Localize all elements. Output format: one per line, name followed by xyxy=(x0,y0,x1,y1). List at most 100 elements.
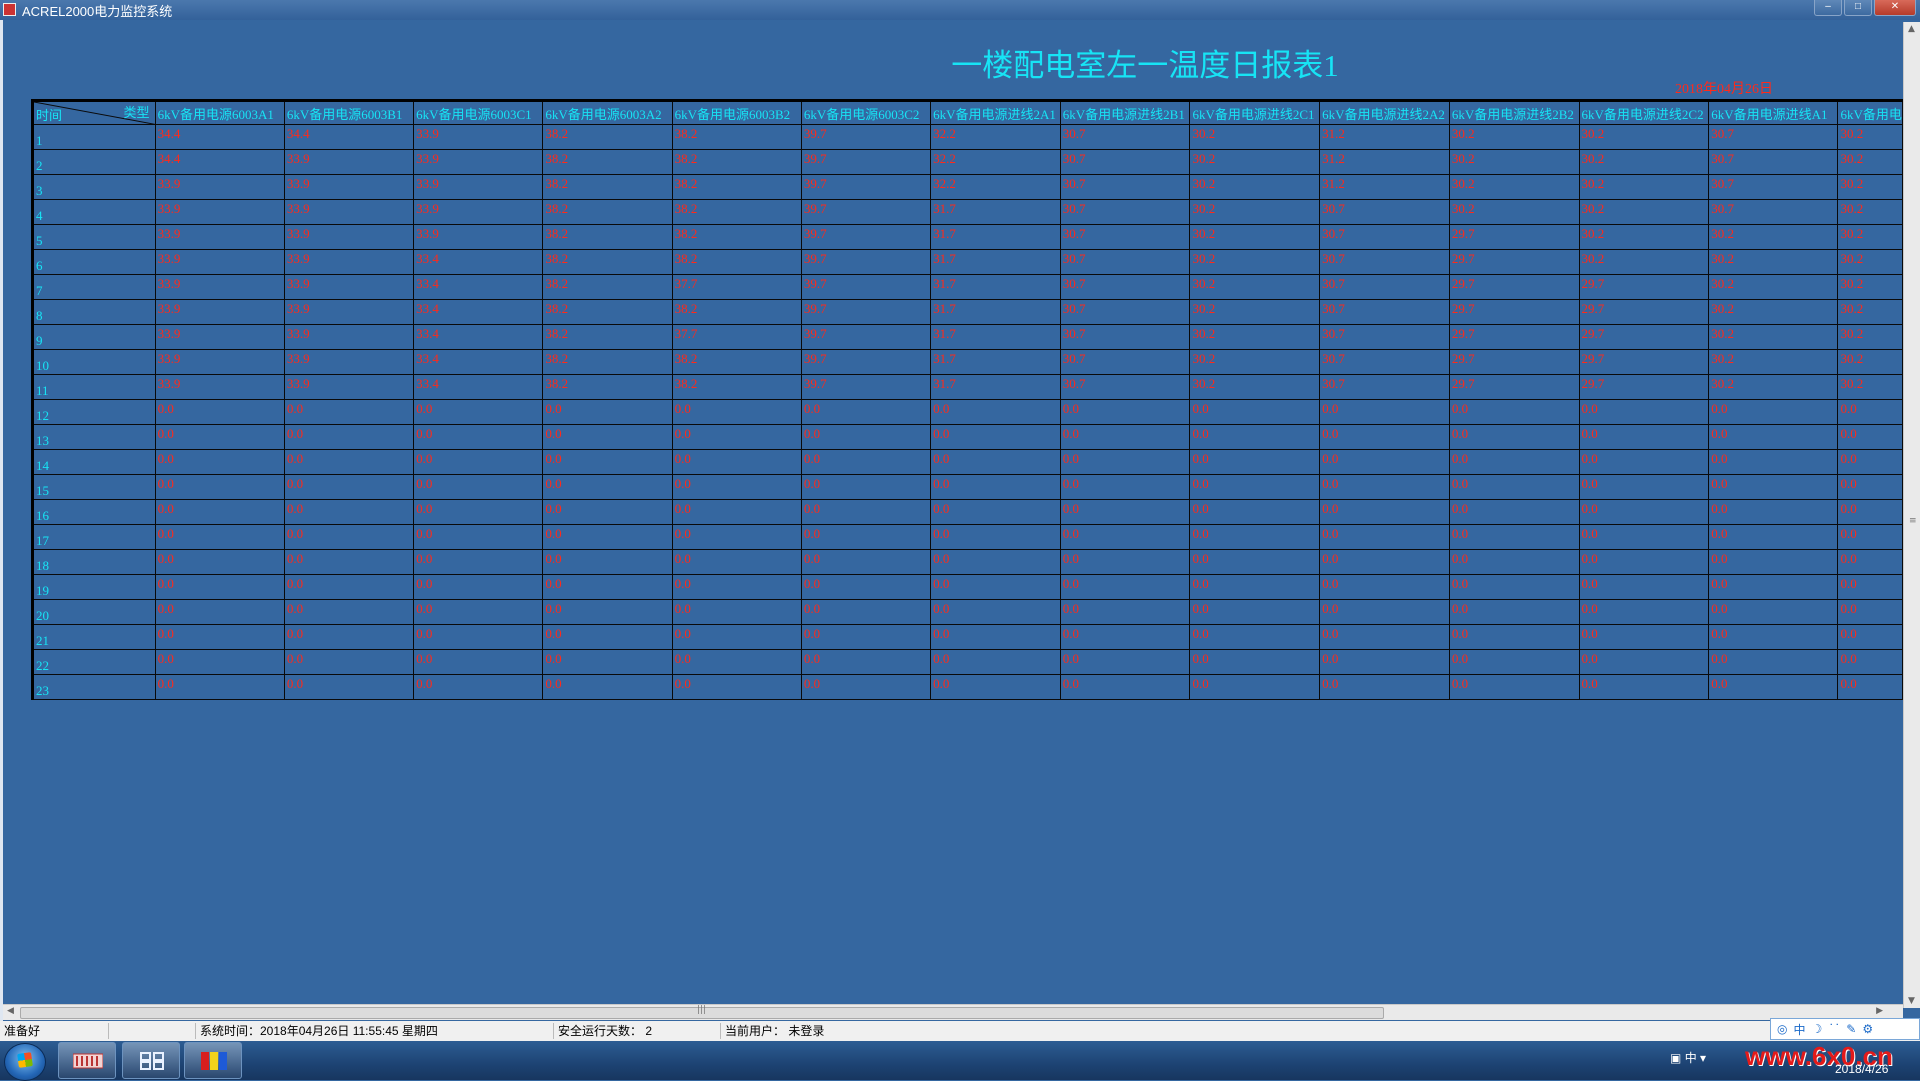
row-hour-cell: 2 xyxy=(32,149,156,175)
temperature-cell: 38.2 xyxy=(542,324,673,350)
temperature-cell: 0.0 xyxy=(413,449,544,475)
row-hour-cell: 10 xyxy=(32,349,156,375)
scroll-grip-icon: ≡ xyxy=(1909,516,1917,526)
temperature-cell: 39.7 xyxy=(800,174,932,200)
temperature-cell: 0.0 xyxy=(930,574,1061,600)
temperature-cell: 0.0 xyxy=(930,549,1061,575)
status-ready: 准备好 xyxy=(4,1024,41,1038)
taskbar-app-3[interactable] xyxy=(184,1042,242,1079)
row-hour-cell: 5 xyxy=(32,224,156,250)
temperature-cell: 30.2 xyxy=(1189,249,1321,275)
corner-time-label: 时间 xyxy=(36,108,63,123)
ime-moon-icon[interactable]: ☽ xyxy=(1812,1022,1823,1036)
column-header: 6kV备用电源6003B1 xyxy=(283,100,415,125)
temperature-cell: 0.0 xyxy=(1059,424,1191,450)
temperature-cell: 29.7 xyxy=(1448,374,1580,400)
temperature-cell: 33.9 xyxy=(283,149,415,175)
row-hour-cell: 12 xyxy=(32,399,156,425)
temperature-cell: 0.0 xyxy=(1837,649,1903,675)
temperature-cell: 0.0 xyxy=(542,499,673,525)
temperature-cell: 31.7 xyxy=(930,374,1061,400)
column-header: 6kV备用电源进线2C2 xyxy=(1578,100,1710,125)
scroll-up-icon[interactable]: ▲ xyxy=(1908,24,1915,34)
ime-search-icon[interactable]: ◎ xyxy=(1777,1022,1787,1036)
temperature-cell: 30.2 xyxy=(1837,149,1903,175)
temperature-cell: 39.7 xyxy=(800,149,932,175)
temperature-cell: 30.2 xyxy=(1189,224,1321,250)
tray-ime-icon[interactable]: ▣ xyxy=(1670,1051,1681,1065)
column-header: 6kV备用电源进线2A2 xyxy=(1319,100,1450,125)
ime-tools-icon[interactable]: ✎ xyxy=(1846,1022,1856,1036)
temperature-cell: 29.7 xyxy=(1578,324,1710,350)
temperature-cell: 0.0 xyxy=(930,424,1061,450)
horizontal-scroll-thumb[interactable]: ||| xyxy=(20,1005,1384,1019)
temperature-cell: 33.9 xyxy=(413,149,544,175)
window-title-bar[interactable]: ACREL2000电力监控系统 – □ ✕ xyxy=(0,0,1920,20)
temperature-cell: 0.0 xyxy=(671,524,802,550)
taskbar-app-1[interactable] xyxy=(58,1042,116,1079)
temperature-cell: 29.7 xyxy=(1448,299,1580,325)
temperature-cell: 31.7 xyxy=(930,249,1061,275)
temperature-cell: 0.0 xyxy=(1189,649,1321,675)
windows-logo-icon xyxy=(17,1052,33,1068)
temperature-cell: 30.7 xyxy=(1059,249,1191,275)
temperature-cell: 0.0 xyxy=(671,399,802,425)
temperature-cell: 0.0 xyxy=(283,574,415,600)
temperature-cell: 37.7 xyxy=(671,324,802,350)
temperature-cell: 29.7 xyxy=(1448,224,1580,250)
temperature-cell: 0.0 xyxy=(671,599,802,625)
temperature-cell: 0.0 xyxy=(283,424,415,450)
temperature-cell: 30.2 xyxy=(1578,124,1710,150)
temperature-cell: 38.2 xyxy=(671,349,802,375)
app-icon xyxy=(3,3,16,16)
temperature-cell: 33.4 xyxy=(413,249,544,275)
temperature-cell: 34.4 xyxy=(154,149,285,175)
temperature-cell: 0.0 xyxy=(1448,649,1580,675)
temperature-cell: 31.2 xyxy=(1319,149,1450,175)
temperature-cell: 0.0 xyxy=(1448,424,1580,450)
temperature-cell: 0.0 xyxy=(1708,424,1839,450)
minimize-button[interactable]: – xyxy=(1814,0,1842,16)
temperature-cell: 30.2 xyxy=(1189,149,1321,175)
temperature-cell: 30.2 xyxy=(1189,299,1321,325)
temperature-cell: 0.0 xyxy=(671,649,802,675)
scroll-left-icon[interactable]: ◀ xyxy=(7,1006,14,1016)
temperature-cell: 0.0 xyxy=(1448,574,1580,600)
taskbar-clock[interactable]: 2018/4/26 xyxy=(1835,1062,1888,1076)
temperature-cell: 39.7 xyxy=(800,224,932,250)
temperature-cell: 0.0 xyxy=(154,699,285,700)
tray-arrow-icon[interactable]: ▾ xyxy=(1700,1051,1706,1065)
temperature-cell: 38.2 xyxy=(542,299,673,325)
ime-toolbar[interactable]: ◎ 中 ☽ ˙˙ ✎ ⚙ xyxy=(1770,1018,1920,1040)
temperature-cell: 0.0 xyxy=(1319,699,1450,700)
horizontal-scrollbar[interactable]: ◀ ||| ▶ xyxy=(3,1004,1903,1020)
temperature-cell: 30.2 xyxy=(1837,174,1903,200)
close-button[interactable]: ✕ xyxy=(1874,0,1916,16)
temperature-cell: 38.2 xyxy=(671,224,802,250)
vertical-scrollbar[interactable]: ▲ ≡ ▼ xyxy=(1903,22,1920,1008)
temperature-cell: 0.0 xyxy=(283,549,415,575)
maximize-button[interactable]: □ xyxy=(1844,0,1872,16)
temperature-cell: 30.2 xyxy=(1189,324,1321,350)
temperature-cell: 31.7 xyxy=(930,324,1061,350)
temperature-cell: 0.0 xyxy=(413,649,544,675)
temperature-cell: 30.7 xyxy=(1059,324,1191,350)
row-hour-cell: 21 xyxy=(32,624,156,650)
temperature-cell: 30.2 xyxy=(1837,224,1903,250)
ime-lang-label[interactable]: 中 xyxy=(1793,1021,1805,1038)
table-row: 11 33.9 33.9 33.4 38.2 38.2 39.7 31.7 30.7 30.2 30… xyxy=(32,374,1903,400)
start-button[interactable] xyxy=(4,1043,46,1081)
scroll-right-icon[interactable]: ▶ xyxy=(1876,1006,1883,1016)
temperature-cell: 0.0 xyxy=(1708,549,1839,575)
tray-lang-label[interactable]: 中 xyxy=(1685,1051,1697,1065)
temperature-cell: 0.0 xyxy=(1578,474,1710,500)
temperature-cell: 0.0 xyxy=(1578,424,1710,450)
status-empty-pane xyxy=(108,1023,193,1039)
temperature-cell: 30.2 xyxy=(1189,274,1321,300)
ime-settings-icon[interactable]: ⚙ xyxy=(1862,1022,1873,1036)
ime-punct-icon[interactable]: ˙˙ xyxy=(1828,1022,1840,1036)
scroll-down-icon[interactable]: ▼ xyxy=(1908,996,1915,1006)
temperature-cell: 0.0 xyxy=(1059,499,1191,525)
system-tray[interactable]: ▣ 中 ▾ xyxy=(1670,1049,1706,1066)
taskbar-app-2[interactable] xyxy=(122,1042,180,1079)
